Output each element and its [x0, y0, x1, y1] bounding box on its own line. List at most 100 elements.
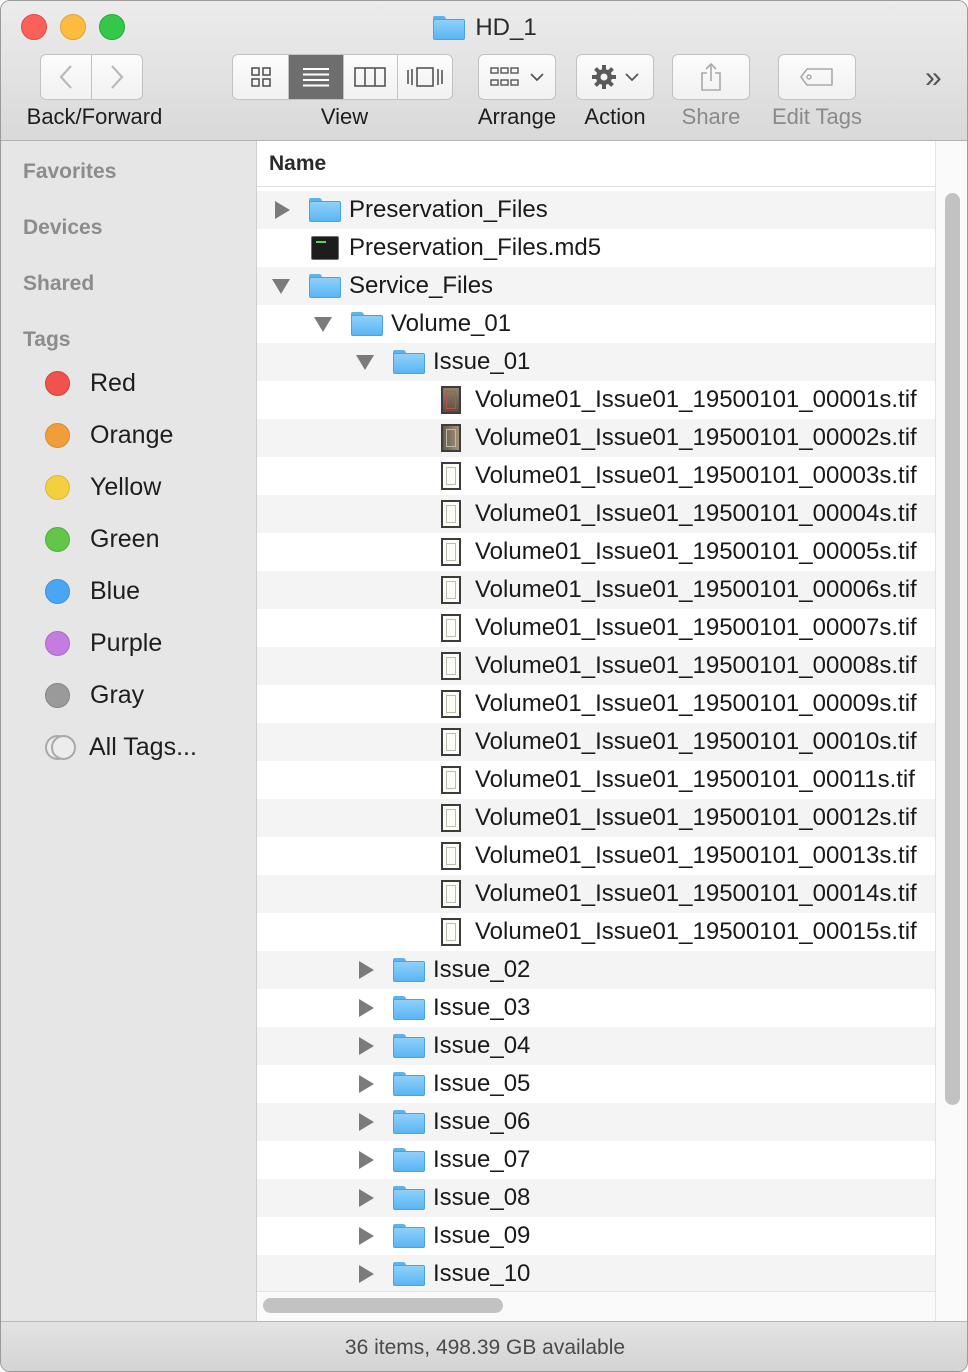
disclosure-triangle-icon[interactable]	[359, 1189, 374, 1207]
disclosure-triangle-icon[interactable]	[359, 1075, 374, 1093]
file-name: Issue_08	[433, 1184, 531, 1211]
action-button[interactable]	[576, 54, 654, 100]
folder-icon	[393, 1034, 425, 1058]
share-icon	[701, 62, 721, 91]
sidebar-heading-tags[interactable]: Tags	[23, 328, 70, 352]
file-name: Issue_05	[433, 1070, 531, 1097]
sidebar-tag-gray[interactable]: Gray	[45, 681, 144, 710]
disclosure-triangle-icon[interactable]	[359, 1113, 374, 1131]
vertical-scroll-thumb[interactable]	[945, 193, 960, 1105]
list-item[interactable]: Issue_03	[257, 989, 935, 1027]
disclosure-triangle-icon[interactable]	[272, 279, 290, 294]
file-name: Issue_01	[433, 348, 531, 375]
list-item[interactable]: Preservation_Files	[257, 191, 935, 229]
disclosure-triangle-icon[interactable]	[356, 355, 374, 370]
folder-icon	[309, 274, 341, 298]
disclosure-triangle-icon[interactable]	[359, 1227, 374, 1245]
md5-file-icon	[311, 236, 339, 260]
disclosure-triangle-icon[interactable]	[359, 999, 374, 1017]
list-item[interactable]: Issue_02	[257, 951, 935, 989]
action-label: Action	[584, 104, 646, 129]
vertical-scrollbar[interactable]	[935, 141, 967, 1321]
icon-view-button[interactable]	[233, 55, 290, 99]
sidebar-tag-orange[interactable]: Orange	[45, 421, 173, 450]
list-item[interactable]: Volume01_Issue01_19500101_00015s.tif	[257, 913, 935, 951]
column-view-button[interactable]	[344, 55, 398, 99]
folder-icon	[393, 1148, 425, 1172]
toolbar-overflow-button[interactable]: »	[925, 61, 942, 95]
sidebar-tag-red[interactable]: Red	[45, 369, 136, 398]
file-name: Volume01_Issue01_19500101_00003s.tif	[475, 462, 917, 489]
tif-file-icon	[441, 728, 461, 756]
list-item[interactable]: Volume01_Issue01_19500101_00004s.tif	[257, 495, 935, 533]
list-item[interactable]: Volume01_Issue01_19500101_00014s.tif	[257, 875, 935, 913]
list-item[interactable]: Volume01_Issue01_19500101_00003s.tif	[257, 457, 935, 495]
disclosure-triangle-icon[interactable]	[359, 1265, 374, 1283]
sidebar-heading-devices[interactable]: Devices	[23, 216, 102, 240]
list-item[interactable]: Volume_01	[257, 305, 935, 343]
list-item[interactable]: Volume01_Issue01_19500101_00010s.tif	[257, 723, 935, 761]
sidebar-heading-favorites[interactable]: Favorites	[23, 160, 116, 184]
list-item[interactable]: Issue_10	[257, 1255, 935, 1293]
sidebar-all-tags[interactable]: All Tags...	[45, 733, 197, 762]
list-item[interactable]: Issue_09	[257, 1217, 935, 1255]
sidebar-heading-shared[interactable]: Shared	[23, 272, 94, 296]
file-name: Issue_04	[433, 1032, 531, 1059]
gray-tag-icon	[45, 683, 70, 708]
list-item[interactable]: Volume01_Issue01_19500101_00007s.tif	[257, 609, 935, 647]
list-item[interactable]: Issue_08	[257, 1179, 935, 1217]
horizontal-scrollbar[interactable]	[257, 1291, 935, 1321]
list-item[interactable]: Issue_04	[257, 1027, 935, 1065]
window-title-text: HD_1	[475, 14, 537, 41]
list-item[interactable]: Volume01_Issue01_19500101_00012s.tif	[257, 799, 935, 837]
disclosure-triangle-icon[interactable]	[314, 317, 332, 332]
tif-file-icon	[441, 614, 461, 642]
folder-icon	[393, 350, 425, 374]
tif-file-icon	[441, 424, 461, 452]
list-item[interactable]: Issue_07	[257, 1141, 935, 1179]
list-item[interactable]: Issue_01	[257, 343, 935, 381]
list-item[interactable]: Issue_06	[257, 1103, 935, 1141]
file-name: Volume01_Issue01_19500101_00001s.tif	[475, 386, 917, 413]
back-button[interactable]	[41, 55, 92, 99]
file-name: Volume01_Issue01_19500101_00015s.tif	[475, 918, 917, 945]
list-item[interactable]: Volume01_Issue01_19500101_00013s.tif	[257, 837, 935, 875]
red-tag-icon	[45, 371, 70, 396]
list-item[interactable]: Volume01_Issue01_19500101_00002s.tif	[257, 419, 935, 457]
forward-button[interactable]	[92, 55, 143, 99]
list-item[interactable]: Volume01_Issue01_19500101_00006s.tif	[257, 571, 935, 609]
window-title: HD_1	[1, 11, 967, 45]
cover-flow-view-button[interactable]	[398, 55, 453, 99]
disclosure-triangle-icon[interactable]	[359, 1151, 374, 1169]
list-view-button[interactable]	[289, 55, 344, 99]
sidebar-tag-yellow[interactable]: Yellow	[45, 473, 161, 502]
file-name: Preservation_Files.md5	[349, 234, 602, 261]
list-icon	[303, 68, 330, 87]
finder-window: HD_1 Back/Forward View Arrange Action Sh…	[0, 0, 968, 1372]
tag-label: Gray	[90, 681, 145, 709]
disclosure-triangle-icon[interactable]	[359, 961, 374, 979]
list-item[interactable]: Preservation_Files.md5	[257, 229, 935, 267]
sidebar-tag-green[interactable]: Green	[45, 525, 159, 554]
share-button[interactable]	[672, 54, 750, 100]
list-item[interactable]: Volume01_Issue01_19500101_00011s.tif	[257, 761, 935, 799]
list-item[interactable]: Issue_05	[257, 1065, 935, 1103]
list-item[interactable]: Volume01_Issue01_19500101_00001s.tif	[257, 381, 935, 419]
file-name: Preservation_Files	[349, 196, 548, 223]
sidebar-tag-purple[interactable]: Purple	[45, 629, 162, 658]
sidebar-tag-blue[interactable]: Blue	[45, 577, 140, 606]
list-item[interactable]: Service_Files	[257, 267, 935, 305]
disclosure-triangle-icon[interactable]	[359, 1037, 374, 1055]
horizontal-scroll-thumb[interactable]	[263, 1298, 503, 1313]
name-column-header[interactable]: Name	[257, 141, 935, 187]
disclosure-triangle-icon[interactable]	[275, 201, 290, 219]
edit-tags-button[interactable]	[778, 54, 856, 100]
tag-label: Orange	[90, 421, 174, 449]
list-item[interactable]: Volume01_Issue01_19500101_00009s.tif	[257, 685, 935, 723]
list-item[interactable]: Volume01_Issue01_19500101_00005s.tif	[257, 533, 935, 571]
file-name: Volume01_Issue01_19500101_00010s.tif	[475, 728, 917, 755]
list-item[interactable]: Volume01_Issue01_19500101_00008s.tif	[257, 647, 935, 685]
arrange-button[interactable]	[478, 54, 556, 100]
file-name: Volume01_Issue01_19500101_00005s.tif	[475, 538, 917, 565]
tag-label: Red	[90, 369, 136, 397]
